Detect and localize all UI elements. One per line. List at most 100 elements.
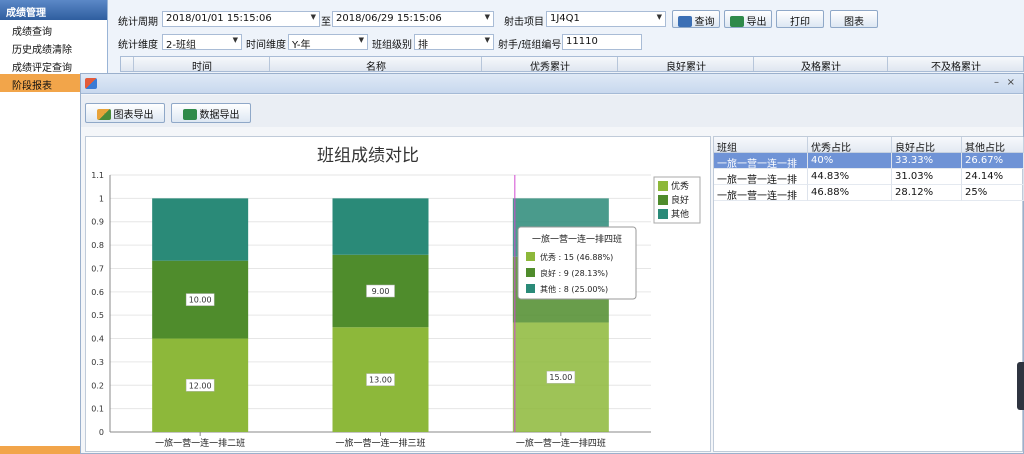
query-label: 查询	[694, 17, 715, 28]
tooltip-line: 其他 : 8 (25.00%)	[540, 284, 608, 294]
shooter-label: 射手/班组编号	[498, 40, 562, 51]
chart-export-button[interactable]: 图表导出	[85, 103, 165, 123]
y-tick-label: 1	[99, 194, 104, 203]
chart-button[interactable]: 图表	[830, 10, 878, 28]
chevron-down-icon: ▼	[484, 13, 490, 21]
table-cell: 33.33%	[892, 153, 962, 169]
chevron-down-icon: ▼	[656, 13, 662, 21]
x-tick-label: 一旅一营一连一排二班	[155, 437, 245, 449]
table-cell: 25%	[962, 185, 1024, 201]
data-label: 13.00	[369, 376, 392, 385]
project-select[interactable]: 1J4Q1 ▼	[546, 11, 666, 27]
grid-col-good[interactable]: 良好累计	[619, 58, 753, 73]
query-button[interactable]: 查询	[672, 10, 720, 28]
grid-separator	[617, 57, 618, 71]
shooter-value: 11110	[566, 36, 598, 47]
side-scrollbar[interactable]	[1017, 362, 1024, 410]
grid-col-fail[interactable]: 不及格累计	[889, 58, 1023, 73]
minimize-button[interactable]: –	[994, 77, 999, 88]
table-cell: 28.12%	[892, 185, 962, 201]
shooter-input[interactable]: 11110	[562, 34, 642, 50]
y-tick-label: 0.8	[91, 241, 104, 250]
nav-item-history-clear[interactable]: 历史成绩清除	[0, 38, 107, 56]
table-cell: 一旅一营一连一排	[714, 169, 808, 186]
x-tick-label: 一旅一营一连一排三班	[335, 437, 425, 449]
table-col-group[interactable]: 班组	[714, 137, 808, 154]
data-label: 15.00	[549, 373, 572, 382]
nav-item-evaluation-query[interactable]: 成绩评定查询	[0, 56, 107, 74]
period-start-value: 2018/01/01 15:15:06	[166, 13, 272, 24]
dim-value: 2-班组	[166, 40, 196, 50]
export-icon	[182, 109, 197, 120]
close-button[interactable]: ×	[1007, 77, 1015, 88]
chevron-down-icon: ▼	[484, 36, 490, 44]
y-tick-label: 1.1	[91, 171, 104, 180]
x-tick-label: 一旅一营一连一排四班	[516, 437, 606, 449]
dim-select[interactable]: 2-班组 ▼	[162, 34, 242, 50]
data-label: 12.00	[189, 381, 212, 390]
legend-label: 优秀	[671, 180, 689, 192]
table-col-good[interactable]: 良好占比	[892, 137, 962, 154]
y-tick-label: 0.2	[91, 381, 104, 390]
legend-swatch	[658, 195, 668, 205]
y-tick-label: 0.6	[91, 288, 104, 297]
print-button[interactable]: 打印	[776, 10, 824, 28]
image-icon	[96, 109, 111, 120]
chart-export-label: 图表导出	[113, 110, 154, 121]
period-start-input[interactable]: 2018/01/01 15:15:06 ▼	[162, 11, 320, 27]
print-label: 打印	[790, 17, 810, 28]
time-dim-value: Y-年	[292, 40, 311, 50]
table-cell: 40%	[808, 153, 892, 169]
window-titlebar[interactable]: – ×	[81, 74, 1023, 94]
grid-col-time[interactable]: 时间	[135, 58, 269, 73]
tooltip-swatch	[526, 268, 535, 277]
legend-swatch	[658, 209, 668, 219]
tooltip-swatch	[526, 284, 535, 293]
chevron-down-icon: ▼	[310, 13, 316, 21]
search-icon	[677, 16, 692, 27]
grid-separator	[133, 57, 134, 71]
grid-col-name[interactable]: 名称	[271, 58, 481, 73]
table-row[interactable]: 一旅一营一连一排 46.88% 28.12% 25%	[714, 185, 1024, 202]
grid-header: 时间 名称 优秀累计 良好累计 及格累计 不及格累计	[120, 56, 1024, 73]
chart-window: – × 图表导出 数据导出 班组成绩对比 0 0.1 0.2 0.3 0.4 0.5 0.6 0…	[80, 73, 1024, 454]
chevron-down-icon: ▼	[358, 36, 364, 44]
table-col-excellent[interactable]: 优秀占比	[808, 137, 892, 154]
bar-segment	[152, 198, 249, 261]
table-row[interactable]: 一旅一营一连一排 44.83% 31.03% 24.14%	[714, 169, 1024, 186]
grid-separator	[269, 57, 270, 71]
y-tick-label: 0.4	[91, 335, 104, 344]
table-cell: 26.67%	[962, 153, 1024, 169]
time-dim-select[interactable]: Y-年 ▼	[288, 34, 368, 50]
grid-col-pass[interactable]: 及格累计	[755, 58, 887, 73]
tooltip-line: 良好 : 9 (28.13%)	[540, 268, 608, 278]
period-end-input[interactable]: 2018/06/29 15:15:06 ▼	[332, 11, 494, 27]
project-label: 射击项目	[504, 17, 544, 28]
nav-header[interactable]: 成绩管理	[0, 0, 107, 20]
grid-separator	[481, 57, 482, 71]
data-label: 9.00	[372, 287, 390, 296]
group-level-select[interactable]: 排 ▼	[414, 34, 494, 50]
table-cell: 24.14%	[962, 169, 1024, 185]
y-tick-label: 0.9	[91, 218, 104, 227]
table-row[interactable]: 一旅一营一连一排 40% 33.33% 26.67%	[714, 153, 1024, 170]
tooltip-title: 一旅一营一连一排四班	[532, 233, 622, 245]
grid-separator	[753, 57, 754, 71]
legend-label: 其他	[671, 208, 689, 220]
window-toolbar: 图表导出 数据导出	[81, 95, 1023, 127]
data-export-label: 数据导出	[199, 110, 240, 121]
y-tick-label: 0.7	[91, 264, 104, 273]
chart-panel: 班组成绩对比 0 0.1 0.2 0.3 0.4 0.5 0.6 0.7 0.8 0.9 1 1.1 12…	[85, 136, 711, 452]
nav-item-score-query[interactable]: 成绩查询	[0, 20, 107, 38]
table-cell: 一旅一营一连一排	[714, 153, 808, 170]
export-button[interactable]: 导出	[724, 10, 772, 28]
table-col-other[interactable]: 其他占比	[962, 137, 1024, 154]
data-export-button[interactable]: 数据导出	[171, 103, 251, 123]
stacked-bar-chart: 班组成绩对比 0 0.1 0.2 0.3 0.4 0.5 0.6 0.7 0.8 0.9 1 1.1 12…	[91, 146, 701, 449]
tooltip-swatch	[526, 252, 535, 261]
grid-col-excellent[interactable]: 优秀累计	[483, 58, 617, 73]
table-cell: 一旅一营一连一排	[714, 185, 808, 202]
table-cell: 31.03%	[892, 169, 962, 185]
legend-swatch	[658, 181, 668, 191]
group-level-value: 排	[418, 40, 428, 50]
